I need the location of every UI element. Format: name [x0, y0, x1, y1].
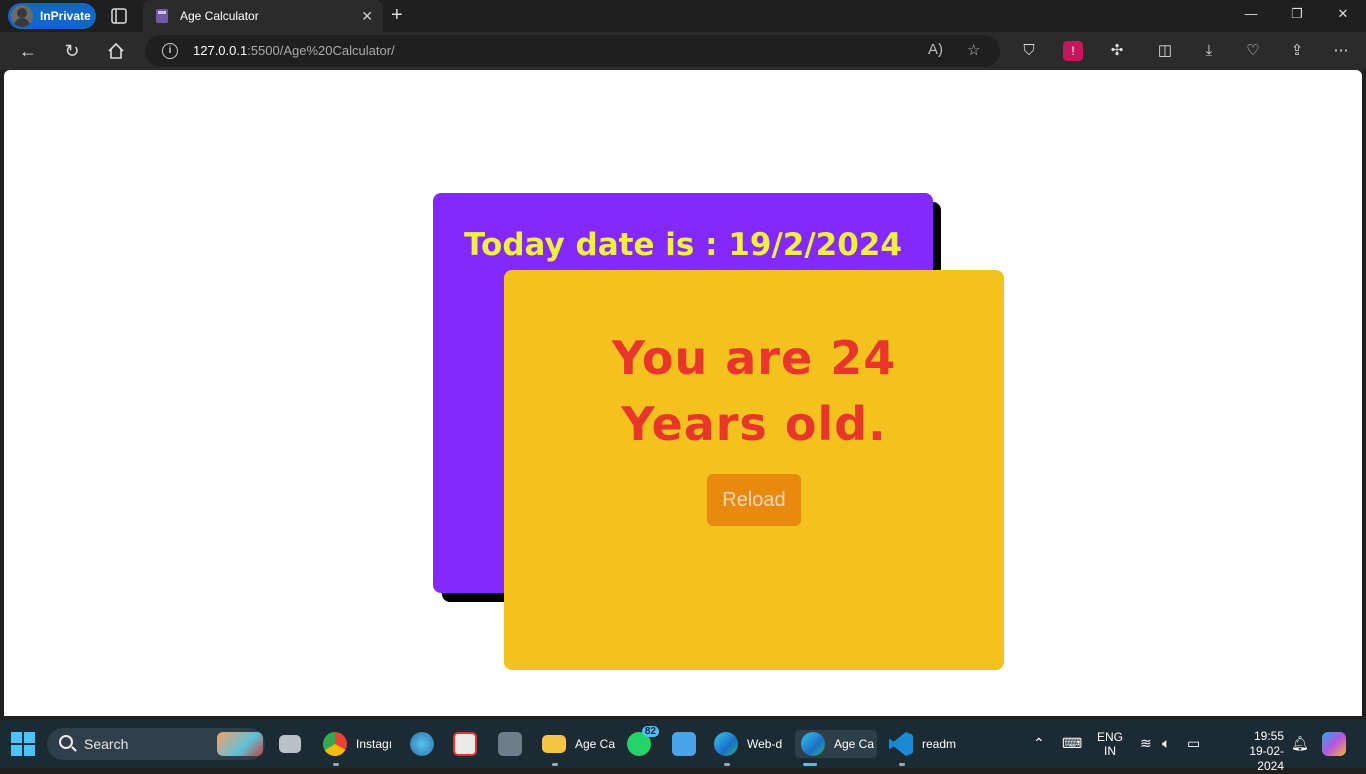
more-options-icon[interactable]: ⋯ [1331, 41, 1351, 61]
inprivate-label: InPrivate [40, 9, 91, 23]
touch-keyboard-icon[interactable]: ⌨ [1062, 735, 1082, 752]
snipping-tool-icon [453, 732, 477, 756]
app-globe-icon [410, 732, 434, 756]
edge-icon [714, 732, 738, 756]
active-indicator [803, 763, 817, 766]
read-aloud-icon[interactable]: A) [928, 41, 943, 58]
edge-icon [801, 732, 825, 756]
inprivate-button[interactable]: InPrivate [8, 3, 96, 29]
notification-badge: 82 [641, 726, 659, 737]
age-line-2: Years old. [621, 397, 887, 451]
copilot-icon[interactable] [1322, 732, 1346, 756]
notepad-icon [672, 732, 696, 756]
vscode-icon [889, 732, 913, 756]
taskbar-app-snipping[interactable] [453, 730, 477, 758]
taskbar-notepad[interactable] [672, 730, 696, 758]
age-line-1: You are 24 [611, 331, 897, 385]
taskbar-app-label: Age Ca [575, 737, 616, 751]
taskbar-app-label: Instagı [356, 737, 393, 751]
taskbar-app-label: Age Ca [834, 737, 875, 751]
page-viewport: Today date is : 19/2/2024 You are 24 Yea… [4, 70, 1362, 716]
running-indicator [552, 763, 558, 766]
folder-icon [542, 735, 566, 753]
search-icon [59, 735, 73, 749]
task-view-button[interactable] [279, 730, 301, 758]
address-bar[interactable]: i 127.0.0.1:5500/Age%20Calculator/ A) ☆ [145, 35, 1000, 67]
notification-bell-icon[interactable]: 🔔︎ [1291, 735, 1309, 752]
taskbar-search[interactable]: Search [47, 728, 265, 760]
title-bar: InPrivate Age Calculator ✕ + — ❐ ✕ [0, 0, 1366, 32]
volume-icon[interactable]: 🔈︎ [1162, 735, 1170, 752]
tab-age-calculator[interactable]: Age Calculator ✕ [143, 0, 383, 32]
today-date-text: Today date is : 19/2/2024 [464, 227, 902, 263]
browser-essentials-icon[interactable]: ♡ [1243, 41, 1263, 61]
share-icon[interactable]: ⇪ [1287, 41, 1307, 61]
reload-button[interactable]: Reload [707, 474, 801, 526]
tab-title: Age Calculator [180, 9, 259, 23]
split-screen-icon[interactable]: ◫ [1155, 41, 1175, 61]
close-tab-icon[interactable]: ✕ [361, 8, 373, 25]
task-view-icon [279, 735, 301, 753]
calculator-favicon-icon [156, 9, 168, 23]
whatsapp-icon: 82 [627, 726, 659, 756]
close-window-icon[interactable]: ✕ [1333, 6, 1353, 22]
search-label: Search [84, 736, 129, 752]
taskbar-app-label: Web-d [747, 737, 783, 751]
language-indicator[interactable]: ENG IN [1097, 730, 1123, 758]
restore-icon[interactable]: ❐ [1287, 6, 1307, 22]
taskbar-app-settings[interactable] [410, 730, 434, 758]
battery-icon[interactable]: ▭ [1187, 735, 1200, 752]
browser-toolbar: ← ↻ i 127.0.0.1:5500/Age%20Calculator/ A… [0, 32, 1366, 70]
start-windows-icon[interactable] [11, 732, 35, 756]
calculator-icon [498, 732, 522, 756]
favorite-star-icon[interactable]: ☆ [967, 41, 980, 59]
language-line-1: ENG [1097, 730, 1124, 744]
taskbar-app-label: readm [922, 737, 957, 751]
tracking-shield-icon[interactable]: ⛉ [1019, 41, 1039, 61]
refresh-icon[interactable]: ↻ [61, 40, 83, 62]
taskbar-vscode[interactable]: readm [889, 730, 957, 766]
running-indicator [333, 763, 339, 766]
running-indicator [724, 763, 730, 766]
back-icon[interactable]: ← [17, 40, 39, 62]
clock-date: 19-02-2024 [1249, 744, 1284, 773]
chrome-icon [323, 732, 347, 756]
new-tab-icon[interactable]: + [391, 4, 403, 26]
extension-icon[interactable]: ! [1063, 41, 1083, 61]
taskbar-file-explorer[interactable]: Age Ca [542, 730, 616, 766]
taskbar-chrome-instagram[interactable]: Instagı [323, 730, 393, 766]
profile-avatar-icon [11, 5, 33, 27]
taskbar: Search Instagı Age Ca 82 Web-d Age Ca re… [0, 720, 1366, 773]
url-text[interactable]: 127.0.0.1:5500/Age%20Calculator/ [193, 43, 395, 58]
taskbar-edge-web[interactable]: Web-d [714, 730, 783, 766]
tab-actions-icon[interactable] [110, 7, 128, 25]
clock-time: 19:55 [1253, 729, 1284, 743]
taskbar-edge-age-calculator[interactable]: Age Ca [795, 730, 877, 766]
show-hidden-icons-chevron-icon[interactable]: ⌃ [1033, 735, 1045, 752]
taskbar-whatsapp[interactable]: 82 [627, 726, 659, 758]
downloads-icon[interactable]: ⤓ [1199, 41, 1219, 61]
taskbar-calculator[interactable] [498, 730, 522, 758]
site-info-icon[interactable]: i [162, 43, 178, 59]
extensions-puzzle-icon[interactable]: ✣ [1107, 41, 1127, 61]
wifi-icon[interactable]: ≋ [1140, 735, 1152, 752]
clock[interactable]: 19:55 19-02-2024 [1228, 729, 1284, 774]
minimize-icon[interactable]: — [1241, 6, 1261, 21]
search-highlight-image [217, 732, 263, 756]
running-indicator [899, 763, 905, 766]
language-line-2: IN [1104, 744, 1116, 758]
age-card: You are 24 Years old. Reload [504, 270, 1004, 670]
url-path: :5500/Age%20Calculator/ [247, 43, 395, 58]
home-icon[interactable] [105, 40, 127, 62]
url-host: 127.0.0.1 [193, 43, 248, 58]
age-result: You are 24 Years old. [604, 325, 904, 457]
